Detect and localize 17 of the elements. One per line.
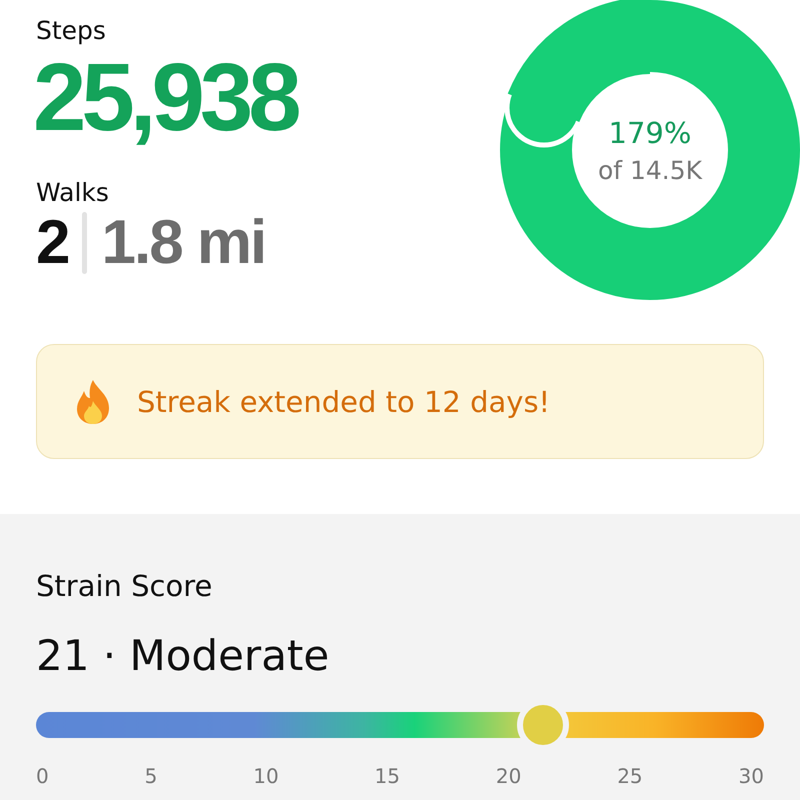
tick-label: 15 — [374, 764, 400, 788]
walks-count: 2 — [36, 210, 68, 276]
strain-reading: 21 · Moderate — [36, 630, 330, 682]
tick-label: 0 — [36, 764, 49, 788]
tick-label: 5 — [144, 764, 158, 788]
streak-message: Streak extended to 12 days! — [137, 384, 550, 418]
goal-target: of 14.5K — [598, 156, 702, 184]
tick-label: 20 — [496, 764, 522, 788]
steps-count: 25,938 — [33, 48, 297, 148]
walks-label: Walks — [36, 177, 110, 209]
tick-label: 10 — [253, 764, 279, 788]
tick-label: 25 — [617, 764, 643, 788]
goal-percent: 179% — [608, 116, 692, 150]
walks-distance: 1.8 mi — [101, 210, 266, 276]
strain-title: Strain Score — [36, 568, 214, 605]
tick-label: 30 — [738, 764, 764, 788]
steps-label: Steps — [36, 15, 107, 47]
